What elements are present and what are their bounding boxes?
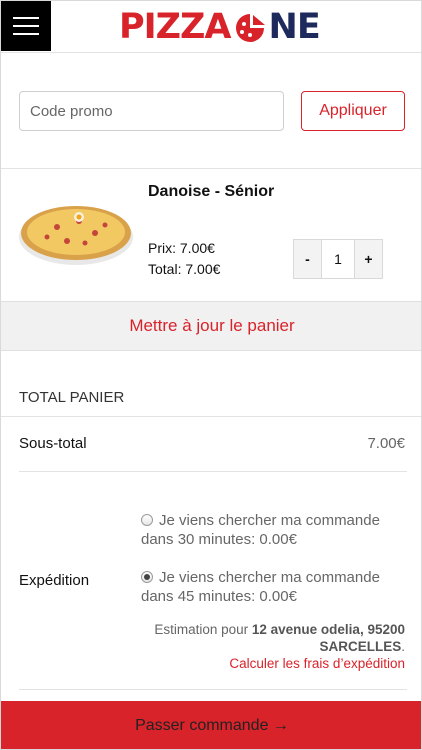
promo-section: Appliquer <box>1 53 421 169</box>
increase-quantity-button[interactable]: + <box>355 240 382 278</box>
logo-text-pizza: PIZZA <box>119 7 232 47</box>
cart-item: Danoise - Sénior Prix: 7.00€ Total: 7.00… <box>1 169 421 301</box>
pizza-image <box>19 206 133 265</box>
divider <box>19 689 407 690</box>
header: PIZZA NE <box>1 1 421 53</box>
cart-totals-title: TOTAL PANIER <box>19 389 125 406</box>
shipping-option-label: Je viens chercher ma commande dans 45 mi… <box>141 569 380 605</box>
logo-text-ne: NE <box>268 7 321 47</box>
shipping-estimate: Estimation pour 12 avenue odelia, 95200 … <box>154 622 405 654</box>
apply-promo-button[interactable]: Appliquer <box>301 91 405 131</box>
update-cart-button[interactable]: Mettre à jour le panier <box>1 301 421 351</box>
item-total: Total: 7.00€ <box>148 261 221 277</box>
radio-unchecked-icon[interactable] <box>141 514 153 526</box>
shipping-option-45min[interactable]: Je viens chercher ma commande dans 45 mi… <box>141 568 411 606</box>
subtotal-value: 7.00€ <box>367 435 405 452</box>
divider <box>19 471 407 472</box>
checkout-button[interactable]: Passer commande → <box>1 701 421 749</box>
shipping-label: Expédition <box>19 572 90 589</box>
radio-checked-icon[interactable] <box>141 571 153 583</box>
decrease-quantity-button[interactable]: - <box>294 240 321 278</box>
estimate-address: 12 avenue odelia, 95200 SARCELLES <box>251 622 405 654</box>
item-price: Prix: 7.00€ <box>148 240 215 256</box>
promo-code-input[interactable] <box>19 91 284 131</box>
calculate-shipping-link[interactable]: Calculer les frais d’expédition <box>229 656 405 671</box>
pizza-slice-logo-icon <box>235 14 265 42</box>
divider <box>1 416 421 417</box>
quantity-input[interactable]: 1 <box>321 240 355 278</box>
item-name[interactable]: Danoise - Sénior <box>148 183 274 201</box>
logo[interactable]: PIZZA NE <box>119 6 321 48</box>
subtotal-label: Sous-total <box>19 435 87 452</box>
shipping-option-30min[interactable]: Je viens chercher ma commande dans 30 mi… <box>141 511 411 549</box>
quantity-stepper: - 1 + <box>293 239 383 279</box>
cart-page: PIZZA NE Appliquer <box>0 0 422 750</box>
shipping-option-label: Je viens chercher ma commande dans 30 mi… <box>141 512 380 548</box>
menu-icon[interactable] <box>1 1 51 51</box>
